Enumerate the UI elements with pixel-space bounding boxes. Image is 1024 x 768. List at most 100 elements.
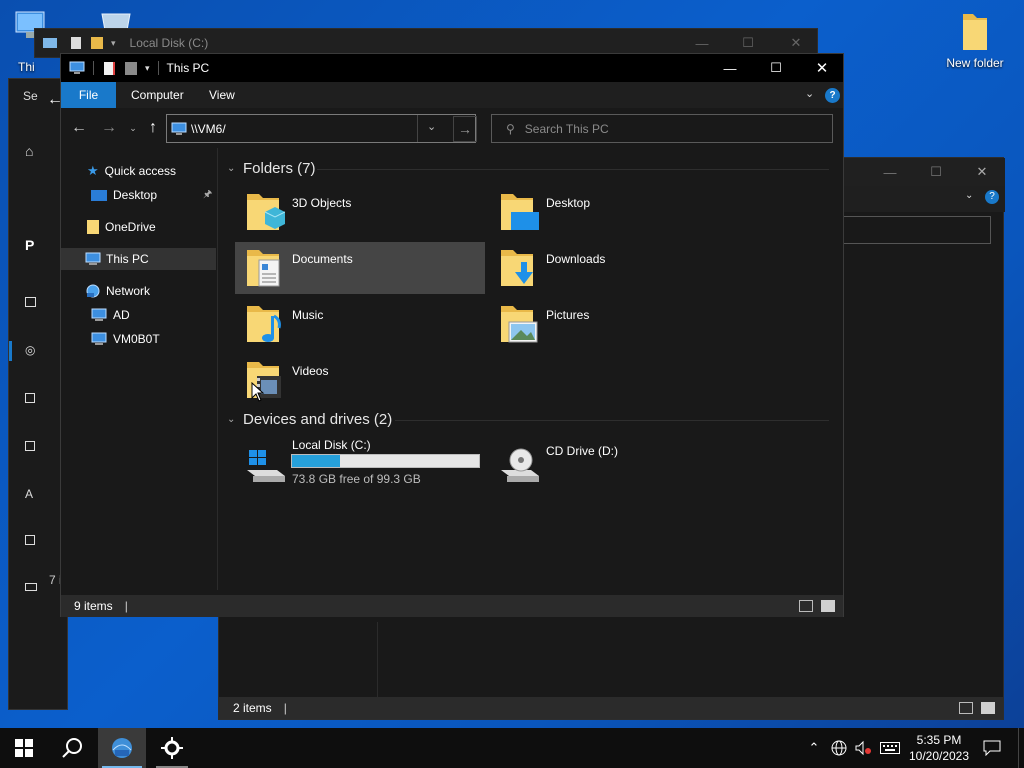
chevron-down-icon[interactable]: ⌄ [227,163,237,174]
folder-tile-documents[interactable]: Documents [235,242,485,294]
properties-icon[interactable] [71,37,81,49]
desktop-icon-new-folder[interactable]: New folder [940,10,1010,70]
settings-list-icon[interactable] [25,583,37,591]
keyboard-icon[interactable] [878,728,902,768]
home-icon[interactable]: ⌂ [25,143,33,159]
up-arrow-icon[interactable]: ↑ [143,118,163,138]
nav-item-ad[interactable]: AD [61,304,216,326]
recent-locations-chevron-icon[interactable]: ⌄ [123,118,143,138]
folder-tile-pictures[interactable]: Pictures [489,298,739,350]
taskbar-app-settings[interactable] [148,728,196,768]
search-icon [62,738,82,758]
nav-item-desktop[interactable]: Desktop 🖈 [61,184,216,206]
properties-icon[interactable] [104,61,115,75]
new-folder-qa-icon[interactable] [125,61,137,75]
settings-list-icon[interactable] [25,441,35,451]
nav-label: This PC [106,252,149,266]
maximize-button[interactable]: ☐ [913,158,959,186]
pin-icon[interactable]: 🖈 [203,187,212,204]
folder-tile-videos[interactable]: Videos [235,354,485,406]
settings-list-icon[interactable]: A [25,487,33,501]
customize-qa-icon[interactable]: ▾ [145,63,150,74]
drive-tile-local-disk-c[interactable]: Local Disk (C:) 73.8 GB free of 99.3 GB [235,436,485,486]
group-divider [395,420,829,421]
status-item-count: 2 items [233,701,272,715]
divider [377,622,378,698]
minimize-button[interactable]: — [707,54,753,82]
network-share-icon [112,738,132,758]
forward-arrow-icon[interactable]: → [99,118,119,138]
nav-item-this-pc[interactable]: This PC [61,248,216,270]
tile-label: 3D Objects [292,196,352,210]
star-icon: ★ [87,163,99,178]
tab-file[interactable]: File [61,82,116,108]
tab-view[interactable]: View [195,82,249,108]
nav-item-onedrive[interactable]: OneDrive [61,216,216,238]
folder-icon [87,220,99,234]
address-dropdown-icon[interactable]: ⌄ [427,120,436,133]
chevron-down-icon[interactable]: ⌄ [227,414,237,425]
address-bar[interactable]: \\VM6/ ⌄ [166,114,476,143]
settings-list-icon[interactable] [25,535,35,545]
details-view-icon[interactable] [959,702,973,714]
tile-label: Videos [292,364,329,378]
start-button[interactable] [0,728,48,768]
search-input[interactable]: ⚲ Search This PC [491,114,833,143]
folder-tile-desktop[interactable]: Desktop [489,186,739,238]
tile-label: Desktop [546,196,591,210]
settings-list-icon[interactable] [25,393,35,403]
navigation-pane[interactable]: ★ Quick access Desktop 🖈 OneDrive This P… [61,148,218,590]
content-pane[interactable]: ⌄ Folders (7) 3D Objects Desktop Documen… [219,148,843,590]
status-item-count: 9 items [74,599,113,613]
drive-tile-cd-drive-d[interactable]: CD Drive (D:) [489,436,739,482]
tab-computer[interactable]: Computer [117,82,198,108]
window-title: This PC [166,61,210,75]
nav-item-network[interactable]: Network [61,280,216,302]
settings-list-icon[interactable]: ◎ [25,343,35,357]
cd-drive-icon [501,448,539,482]
ribbon-expand-icon[interactable]: ⌄ [965,190,973,201]
search-box[interactable] [841,216,991,244]
nav-item-quick-access[interactable]: ★ Quick access [61,160,216,182]
clock[interactable]: 5:35 PM 10/20/2023 [904,728,974,768]
close-button[interactable]: ✕ [799,54,845,82]
group-title: Folders (7) [243,160,316,177]
go-arrow-icon[interactable]: → [453,116,477,142]
minimize-button[interactable]: — [867,158,913,186]
folder-tile-downloads[interactable]: Downloads [489,242,739,294]
help-icon[interactable]: ? [825,88,840,103]
drive-usage-bar [291,454,480,468]
show-hidden-icons-button[interactable]: ⌃ [804,728,824,768]
tile-label: Downloads [546,252,606,266]
maximize-button[interactable]: ☐ [753,54,799,82]
show-desktop-button[interactable] [1018,728,1024,768]
this-pc-icon [69,61,85,74]
large-icons-view-icon[interactable] [821,600,835,612]
close-button[interactable]: ✕ [959,158,1005,186]
back-arrow-icon[interactable]: ← [69,118,89,138]
nav-item-vm0b0t[interactable]: VM0B0T [61,328,216,350]
search-button[interactable] [48,728,96,768]
folder-tile-music[interactable]: Music [235,298,485,350]
refresh-go-divider [417,115,418,142]
group-header-devices[interactable]: ⌄ Devices and drives (2) [227,411,392,428]
notifications-button[interactable] [980,728,1004,768]
tile-label: Documents [292,252,353,266]
display-icon[interactable] [25,297,36,307]
large-icons-view-icon[interactable] [981,702,995,714]
address-text[interactable]: \\VM6/ [191,122,226,136]
customize-qa-icon[interactable]: ▾ [111,38,116,49]
folder-tile-3d-objects[interactable]: 3D Objects [235,186,485,238]
group-header-folders[interactable]: ⌄ Folders (7) [227,160,316,177]
ribbon-expand-icon[interactable]: ⌄ [805,87,814,100]
new-folder-qa-icon[interactable] [91,37,103,49]
drive-free-space: 73.8 GB free of 99.3 GB [292,472,421,486]
this-pc-window[interactable]: ▾ This PC — ☐ ✕ File Computer View ⌄ ? ←… [60,53,844,617]
volume-muted-icon[interactable] [852,728,874,768]
help-icon[interactable]: ? [985,190,999,204]
network-globe-icon[interactable] [828,728,850,768]
details-view-icon[interactable] [799,600,813,612]
settings-window[interactable]: Se ← ⌂ P ◎ A 7 i [8,78,68,710]
music-folder-icon [247,306,281,342]
taskbar-app-explorer[interactable] [98,728,146,768]
